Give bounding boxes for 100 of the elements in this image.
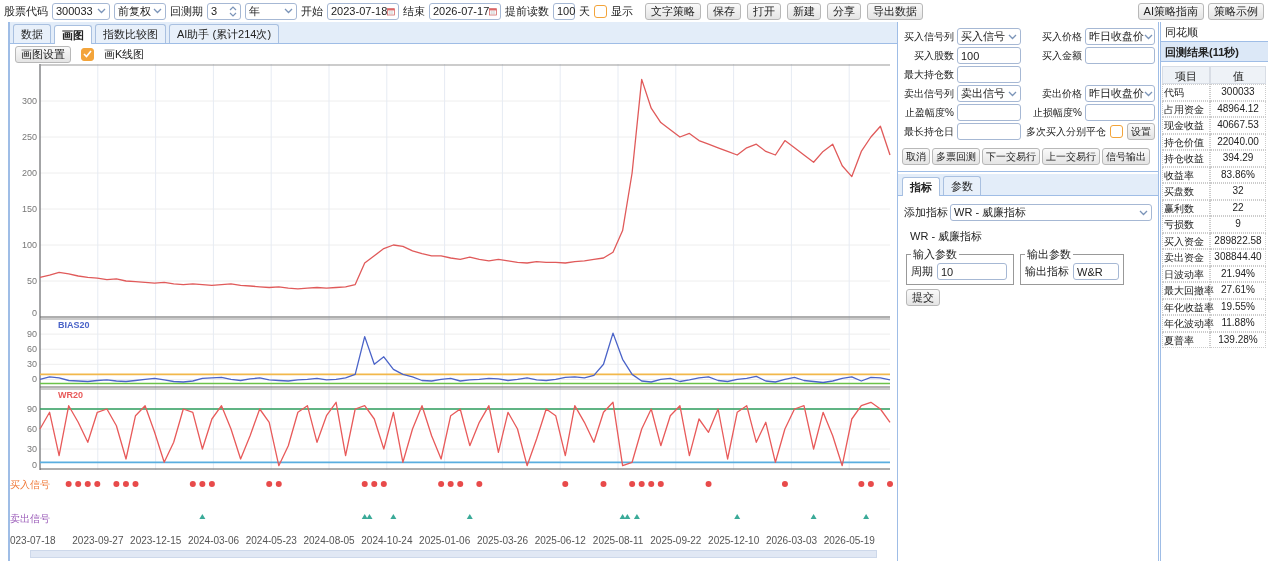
scrollbar[interactable] — [30, 550, 877, 558]
date-label: 2025-03-26 — [475, 534, 530, 546]
input-field[interactable] — [957, 123, 1021, 140]
table-cell: 300033 — [1210, 84, 1266, 101]
select-field[interactable]: 300033 — [52, 2, 110, 20]
checkbox[interactable] — [81, 47, 94, 61]
axis-tick-label: 30 — [27, 444, 37, 454]
table-cell: 308844.40 — [1210, 249, 1266, 266]
action-button[interactable]: 取消 — [902, 148, 930, 165]
axis-tick-label: 60 — [27, 344, 37, 355]
select-field[interactable]: 卖出信号 — [957, 85, 1021, 102]
tab[interactable]: 数据 — [13, 24, 51, 43]
action-button[interactable]: 信号输出 — [1102, 148, 1150, 165]
input-field[interactable]: 100 — [553, 2, 575, 20]
axis-tick-label: 250 — [21, 132, 37, 142]
checkbox-label: 显示 — [611, 3, 633, 19]
toolbar-button[interactable]: 分享 — [827, 2, 861, 20]
legend-label: WR20 — [58, 390, 83, 400]
tab[interactable]: 参数 — [943, 176, 981, 195]
field-label: 最长持仓日 — [903, 124, 954, 139]
field-label: 回测期 — [170, 3, 203, 19]
toolbar-button[interactable]: 保存 — [707, 2, 741, 20]
select-field[interactable]: WR - 威廉指标 — [950, 204, 1152, 221]
action-button[interactable]: 上一交易行 — [1042, 148, 1100, 165]
toolbar-button[interactable]: 新建 — [787, 2, 821, 20]
signal-label: 卖出信号 — [10, 513, 50, 524]
table-cell: 收益率 — [1162, 166, 1210, 183]
field-label: 止损幅度% — [1032, 105, 1082, 120]
field-label: 结束 — [403, 3, 425, 19]
toolbar-button[interactable]: AI策略指南 — [1137, 2, 1204, 20]
input-field[interactable]: 10 — [937, 263, 1007, 280]
check-icon — [83, 50, 92, 58]
field-label: 卖出信号列 — [903, 86, 954, 101]
legend-label: BIAS20 — [58, 320, 90, 330]
date-label: 2026-03-03 — [764, 534, 819, 546]
action-button[interactable]: 多票回测 — [932, 148, 980, 165]
input-field[interactable] — [1085, 47, 1155, 64]
submit-button[interactable]: 提交 — [906, 289, 940, 306]
toolbar-button[interactable]: 导出数据 — [867, 2, 923, 20]
caret-icon — [97, 8, 106, 14]
axis-tick-label: 60 — [27, 424, 37, 434]
axis-tick-label: 0 — [32, 460, 37, 470]
date-label: 2023-09-27 — [71, 534, 125, 546]
unit-label: 天 — [579, 3, 590, 19]
date-label: 2026-05-19 — [822, 534, 876, 546]
field-label: 止盈幅度% — [904, 105, 954, 120]
input-field[interactable]: W&R — [1073, 263, 1119, 280]
tab[interactable]: AI助手 (累计214次) — [169, 24, 280, 43]
table-cell: 22 — [1210, 199, 1266, 216]
select-field[interactable]: 前复权 — [114, 2, 166, 20]
input-field[interactable] — [1085, 104, 1155, 121]
caret-icon — [1008, 33, 1017, 40]
table-cell: 持仓价值 — [1162, 133, 1210, 150]
toolbar-button[interactable]: 打开 — [747, 2, 781, 20]
table-cell: 40667.53 — [1210, 117, 1266, 134]
date-field[interactable]: 2026-07-17 — [429, 2, 501, 20]
input-field[interactable] — [957, 66, 1021, 83]
select-field[interactable]: 年 — [245, 2, 297, 20]
spinner-field[interactable]: 3 — [207, 2, 241, 20]
spinner-arrows-icon — [229, 4, 237, 18]
settings-button[interactable]: 设置 — [1127, 123, 1155, 140]
checkbox[interactable] — [594, 4, 607, 18]
chart-settings-button[interactable]: 画图设置 — [15, 45, 71, 63]
date-label: 2024-10-24 — [360, 534, 414, 546]
select-field[interactable]: 买入信号 — [957, 28, 1021, 45]
table-cell: 32 — [1210, 183, 1266, 200]
input-field[interactable]: 100 — [957, 47, 1021, 64]
field-label: 买入信号列 — [903, 29, 954, 44]
date-label: 023-07-18 — [10, 534, 57, 546]
tab[interactable]: 指标 — [902, 177, 940, 196]
axis-tick-label: 90 — [27, 329, 37, 340]
table-cell: 占用资金 — [1162, 100, 1210, 117]
tab[interactable]: 画图 — [54, 25, 92, 44]
toolbar-button[interactable]: 策略示例 — [1208, 2, 1264, 20]
table-cell: 289822.58 — [1210, 232, 1266, 249]
results-header: 回测结果(11秒) — [1161, 42, 1268, 62]
checkbox[interactable] — [1110, 125, 1123, 138]
caret-icon — [284, 8, 293, 14]
table-cell: 83.86% — [1210, 166, 1266, 183]
table-cell: 9 — [1210, 216, 1266, 233]
calendar-icon — [387, 5, 395, 17]
select-field[interactable]: 昨日收盘价 — [1085, 28, 1155, 45]
date-field[interactable]: 2023-07-18 — [327, 2, 399, 20]
table-cell: 日波动率 — [1162, 265, 1210, 282]
action-button[interactable]: 下一交易行 — [982, 148, 1040, 165]
table-cell: 48964.12 — [1210, 100, 1266, 117]
table-cell: 139.28% — [1210, 331, 1266, 348]
date-label: 2025-09-22 — [649, 534, 703, 546]
date-label: 2023-12-15 — [129, 534, 183, 546]
caret-icon — [1139, 209, 1148, 216]
caret-icon — [1144, 33, 1153, 40]
select-field[interactable]: 昨日收盘价 — [1085, 85, 1155, 102]
input-field[interactable] — [957, 104, 1021, 121]
toolbar-button[interactable]: 文字策略 — [645, 2, 701, 20]
tab[interactable]: 指数比较图 — [95, 24, 166, 43]
axis-tick-label: 300 — [21, 96, 37, 106]
indicator-heading: WR - 威廉指标 — [909, 229, 984, 244]
field-label: 股票代码 — [4, 3, 48, 19]
checkbox-label: 画K线图 — [104, 46, 145, 62]
axis-tick-label: 150 — [21, 204, 37, 214]
